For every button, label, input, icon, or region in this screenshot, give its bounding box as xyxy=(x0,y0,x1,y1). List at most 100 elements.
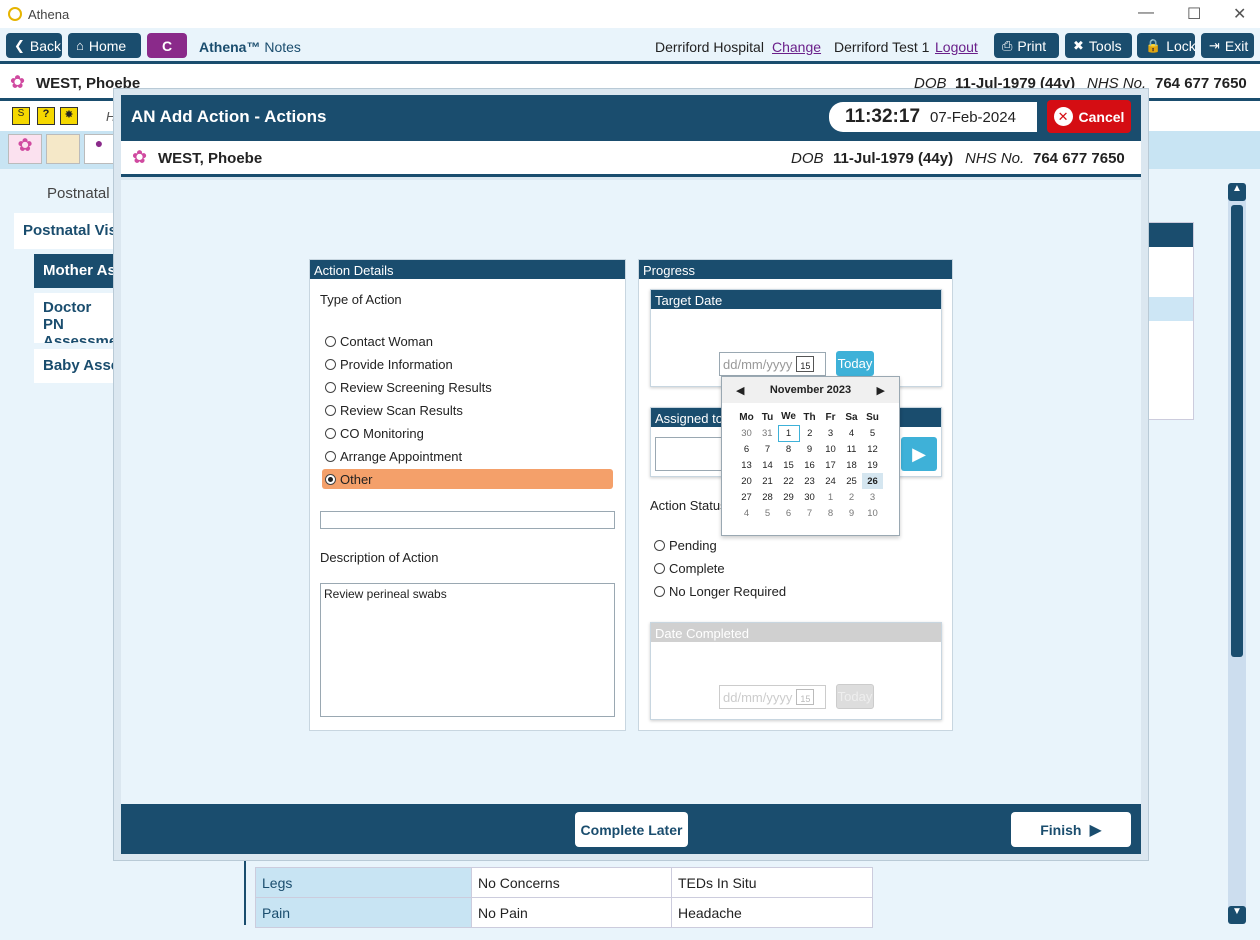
calendar-day[interactable]: 1 xyxy=(777,424,800,442)
calendar-day[interactable]: 3 xyxy=(862,489,883,505)
calendar-day[interactable]: 6 xyxy=(778,505,799,521)
weekday-header: Th xyxy=(803,411,816,423)
calendar-day[interactable]: 25 xyxy=(841,473,862,489)
calendar-day[interactable]: 26 xyxy=(862,473,883,489)
calendar-day[interactable]: 4 xyxy=(736,505,757,521)
calendar-day[interactable]: 7 xyxy=(799,505,820,521)
assigned-to-go-button[interactable]: ▶ xyxy=(901,437,937,471)
calendar-day[interactable]: 3 xyxy=(820,425,841,441)
target-today-button[interactable]: Today xyxy=(836,351,874,376)
modal-title: AN Add Action - Actions xyxy=(131,107,327,126)
calendar-day[interactable]: 8 xyxy=(778,441,799,457)
radio-review-scan-results[interactable]: Review Scan Results xyxy=(325,403,463,418)
weekday-header: We xyxy=(781,411,796,423)
radio-complete[interactable]: Complete xyxy=(654,561,725,576)
calendar-week: 20 21 22 23 24 25 26 xyxy=(736,473,883,489)
radio-provide-information[interactable]: Provide Information xyxy=(325,357,453,372)
alert-icon[interactable]: S xyxy=(12,107,30,125)
nav-postnatal-visit[interactable]: Postnatal Visit xyxy=(14,213,124,249)
scrollbar-thumb[interactable] xyxy=(1231,205,1243,657)
radio-other[interactable]: Other xyxy=(322,469,613,489)
scroll-down-icon[interactable]: ▼ xyxy=(1228,906,1246,924)
finish-button[interactable]: Finish ▶ xyxy=(1011,812,1131,847)
calendar-day[interactable]: 8 xyxy=(820,505,841,521)
nav-doctor-pn-assessment[interactable]: Doctor PN Assessmen xyxy=(34,293,124,343)
calendar-day[interactable]: 6 xyxy=(736,441,757,457)
calendar-day[interactable]: 11 xyxy=(841,441,862,457)
calendar-day[interactable]: 9 xyxy=(799,441,820,457)
calendar-day[interactable]: 5 xyxy=(862,425,883,441)
calendar-icon[interactable]: 15 xyxy=(796,356,815,372)
calendar-day[interactable]: 30 xyxy=(799,489,820,505)
calendar-day[interactable]: 14 xyxy=(757,457,778,473)
calendar-day[interactable]: 1 xyxy=(820,489,841,505)
tools-button[interactable]: ✖ Tools xyxy=(1065,33,1132,58)
nav-mother-assessment[interactable]: Mother Ass xyxy=(34,254,124,288)
radio-contact-woman[interactable]: Contact Woman xyxy=(325,334,433,349)
home-button[interactable]: ⌂ Home xyxy=(68,33,141,58)
type-of-action-label: Type of Action xyxy=(320,292,402,307)
calendar-day[interactable]: 15 xyxy=(778,457,799,473)
flower-tab-icon[interactable]: ✿ xyxy=(8,134,42,164)
calendar-day[interactable]: 22 xyxy=(778,473,799,489)
weekday-header: Su xyxy=(866,411,879,423)
radio-review-screening-results[interactable]: Review Screening Results xyxy=(325,380,492,395)
date-completed-input[interactable]: dd/mm/yyyy 15 xyxy=(719,685,826,709)
print-button[interactable]: ⎙ Print xyxy=(994,33,1059,58)
weekday-header: Mo xyxy=(739,411,754,423)
calendar-day[interactable]: 13 xyxy=(736,457,757,473)
action-status-label: Action Status xyxy=(650,498,727,513)
back-button[interactable]: ❮ Back xyxy=(6,33,62,58)
help-icon[interactable]: ? xyxy=(37,107,55,125)
calendar-day[interactable]: 4 xyxy=(841,425,862,441)
maximize-icon[interactable]: ☐ xyxy=(1187,4,1201,24)
cancel-button[interactable]: ✕ Cancel xyxy=(1047,100,1131,133)
radio-no-longer-required[interactable]: No Longer Required xyxy=(654,584,786,599)
description-textarea[interactable]: Review perineal swabs xyxy=(320,583,615,717)
calendar-day[interactable]: 27 xyxy=(736,489,757,505)
calendar-day[interactable]: 17 xyxy=(820,457,841,473)
prev-month-icon[interactable]: ◀ xyxy=(736,384,744,397)
calendar-day[interactable]: 16 xyxy=(799,457,820,473)
logout-link[interactable]: Logout xyxy=(935,39,978,55)
exit-icon: ⇥ xyxy=(1209,37,1220,53)
person-tab-icon[interactable]: ● xyxy=(84,134,114,164)
calendar-day[interactable]: 12 xyxy=(862,441,883,457)
next-month-icon[interactable]: ▶ xyxy=(877,384,885,397)
calendar-day[interactable]: 31 xyxy=(757,425,778,441)
calendar-day[interactable]: 18 xyxy=(841,457,862,473)
scroll-up-icon[interactable]: ▲ xyxy=(1228,183,1246,201)
nav-baby-assessment[interactable]: Baby Asses xyxy=(34,349,124,383)
calendar-day[interactable]: 5 xyxy=(757,505,778,521)
complete-later-button[interactable]: Complete Later xyxy=(575,812,688,847)
progress-header: Progress xyxy=(639,260,952,279)
calendar-day[interactable]: 28 xyxy=(757,489,778,505)
calendar-day[interactable]: 10 xyxy=(862,505,883,521)
calendar-day[interactable]: 23 xyxy=(799,473,820,489)
calendar-day[interactable]: 21 xyxy=(757,473,778,489)
c-button[interactable]: C xyxy=(147,33,187,58)
medication-tab-icon[interactable] xyxy=(46,134,80,164)
calendar-day[interactable]: 10 xyxy=(820,441,841,457)
radio-pending[interactable]: Pending xyxy=(654,538,717,553)
close-window-icon[interactable]: ✕ xyxy=(1233,4,1246,24)
other-text-input[interactable] xyxy=(320,511,615,529)
calendar-day[interactable]: 2 xyxy=(841,489,862,505)
calendar-day[interactable]: 9 xyxy=(841,505,862,521)
change-hospital-link[interactable]: Change xyxy=(772,39,821,55)
calendar-day[interactable]: 30 xyxy=(736,425,757,441)
radio-co-monitoring[interactable]: CO Monitoring xyxy=(325,426,424,441)
virus-icon[interactable]: ✸ xyxy=(60,107,78,125)
scrollbar-track[interactable]: ▲ xyxy=(1228,183,1246,923)
target-date-input[interactable]: dd/mm/yyyy 15 xyxy=(719,352,826,376)
radio-arrange-appointment[interactable]: Arrange Appointment xyxy=(325,449,462,464)
calendar-day[interactable]: 7 xyxy=(757,441,778,457)
calendar-day[interactable]: 24 xyxy=(820,473,841,489)
calendar-day[interactable]: 2 xyxy=(799,425,820,441)
exit-button[interactable]: ⇥ Exit xyxy=(1201,33,1254,58)
lock-button[interactable]: 🔒 Lock xyxy=(1137,33,1196,58)
minimize-icon[interactable]: — xyxy=(1138,4,1154,22)
calendar-day[interactable]: 29 xyxy=(778,489,799,505)
calendar-day[interactable]: 19 xyxy=(862,457,883,473)
calendar-day[interactable]: 20 xyxy=(736,473,757,489)
